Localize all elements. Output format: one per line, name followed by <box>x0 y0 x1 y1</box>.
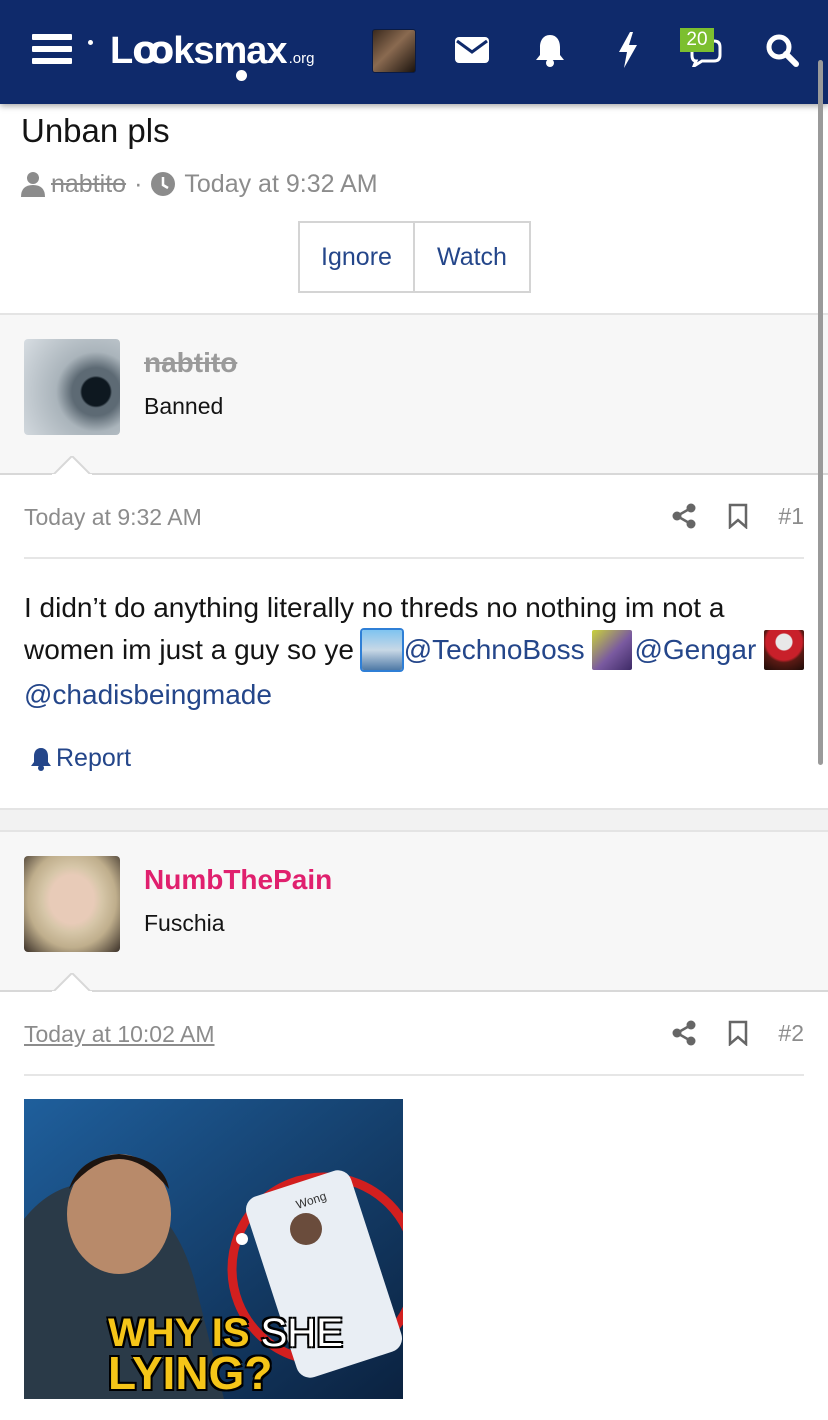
gengar-avatar <box>592 629 633 670</box>
lightning-icon[interactable] <box>608 30 648 70</box>
page-scrollbar[interactable] <box>818 60 823 765</box>
post-1-username[interactable]: nabtito <box>144 347 237 379</box>
thread-title: Unban pls <box>21 112 170 149</box>
conversations-badge: 20 <box>680 28 714 52</box>
mention-gengar[interactable]: @Gengar <box>634 634 756 665</box>
thread-author[interactable]: nabtito <box>51 170 126 199</box>
avatar[interactable] <box>24 339 120 435</box>
mention-chadisbeingmade[interactable]: @chadisbeingmade <box>24 679 272 710</box>
thread-buttons: Ignore Watch <box>298 221 531 293</box>
bell-small-icon <box>31 747 51 771</box>
post-2-gif[interactable]: Wong WHY IS SHE LYING? <box>24 1099 403 1399</box>
technoboss-avatar <box>361 629 402 670</box>
user-avatar[interactable] <box>372 29 416 73</box>
post-1-number[interactable]: #1 <box>778 503 804 530</box>
post-2-number[interactable]: #2 <box>778 1020 804 1047</box>
post-1-pointer <box>52 456 92 476</box>
share-icon[interactable] <box>666 1016 702 1050</box>
post-2-header: Today at 10:02 AM #2 <box>24 994 804 1076</box>
post-1-user-block: nabtito Banned <box>0 313 828 475</box>
gif-caption: WHY IS SHE LYING? <box>108 1313 343 1396</box>
post-2-username[interactable]: NumbThePain <box>144 864 332 896</box>
post-1-user-title: Banned <box>144 393 224 419</box>
post-2-pointer <box>52 973 92 993</box>
mail-icon[interactable] <box>452 30 492 70</box>
post-1-body: Today at 9:32 AM #1 I didn’t do anything… <box>0 477 828 808</box>
site-logo[interactable]: Lꝏksmax .org <box>110 28 314 73</box>
nav-decor-dot <box>88 40 93 45</box>
menu-icon[interactable] <box>32 34 72 68</box>
user-icon <box>21 172 45 197</box>
ignore-button[interactable]: Ignore <box>298 221 415 293</box>
chadisbeingmade-avatar <box>764 629 805 670</box>
post-2-date[interactable]: Today at 10:02 AM <box>24 1021 215 1048</box>
watch-button[interactable]: Watch <box>415 221 531 293</box>
mention-technoboss[interactable]: @TechnoBoss <box>404 634 585 665</box>
avatar[interactable] <box>24 856 120 952</box>
post-2-body: Today at 10:02 AM #2 Wong WHY IS SHE LYI… <box>0 994 828 1420</box>
gif-text-lying: LYING? <box>108 1347 273 1399</box>
post-1-header: Today at 9:32 AM #1 <box>24 477 804 559</box>
clock-icon <box>151 172 176 196</box>
post-divider <box>0 808 828 830</box>
thread-meta: nabtito · Today at 9:32 AM <box>21 168 378 200</box>
bookmark-icon[interactable] <box>720 499 756 533</box>
logo-dot <box>236 70 247 81</box>
bookmark-icon[interactable] <box>720 1016 756 1050</box>
meta-separator: · <box>134 169 143 198</box>
post-1-date[interactable]: Today at 9:32 AM <box>24 504 202 531</box>
share-icon[interactable] <box>666 499 702 533</box>
post-2-actions: #2 <box>648 1016 804 1050</box>
thread-time[interactable]: Today at 9:32 AM <box>184 170 377 199</box>
post-2-user-block: NumbThePain Fuschia <box>0 830 828 992</box>
post-1-actions: #1 <box>648 499 804 533</box>
post-1-text: I didn’t do anything literally no threds… <box>24 587 814 716</box>
post-2-user-title: Fuschia <box>144 910 225 936</box>
top-navbar: Lꝏksmax .org 20 <box>0 0 828 104</box>
gif-text-she: SHE <box>260 1311 343 1355</box>
bell-icon[interactable] <box>530 30 570 70</box>
report-link[interactable]: Report <box>30 744 131 773</box>
report-label: Report <box>56 744 132 772</box>
search-icon[interactable] <box>762 30 802 70</box>
